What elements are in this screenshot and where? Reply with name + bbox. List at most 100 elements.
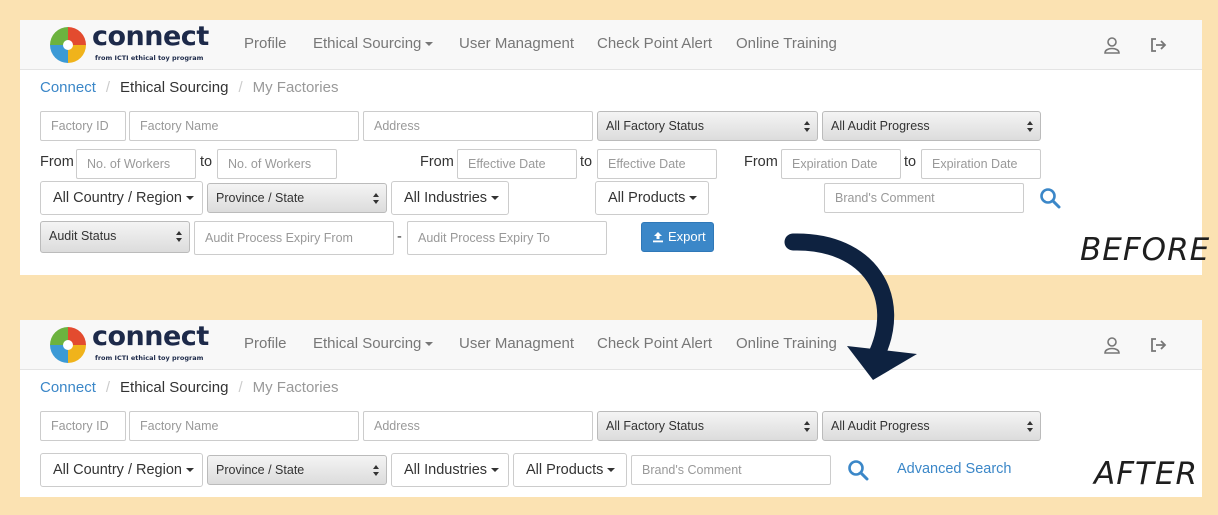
export-label: Export (668, 229, 706, 244)
factory-id-input[interactable]: Factory ID (40, 111, 126, 141)
products-value: All Products (526, 462, 604, 478)
select-arrows-icon (804, 421, 811, 433)
nav-check-point-alert-label: Check Point Alert (597, 335, 713, 352)
search-icon[interactable] (847, 459, 869, 481)
logo-wordmark: connect (92, 321, 209, 352)
nav-ethical-sourcing-label: Ethical Sourcing (313, 335, 422, 352)
factory-id-input[interactable]: Factory ID (40, 411, 126, 441)
nav-ethical-sourcing[interactable]: Ethical Sourcing (313, 35, 434, 52)
country-region-value: All Country / Region (53, 190, 182, 206)
factory-name-input[interactable]: Factory Name (129, 411, 359, 441)
nav-check-point-alert[interactable]: Check Point Alert (597, 335, 712, 352)
select-arrows-icon (373, 193, 380, 205)
country-region-dropdown[interactable]: All Country / Region (40, 453, 203, 487)
nav-user-management-label: User Managment (459, 35, 575, 52)
industries-value: All Industries (404, 190, 488, 206)
province-state-select[interactable]: Province / State (207, 183, 387, 213)
industries-value: All Industries (404, 462, 488, 478)
expiration-date-to-input[interactable]: Expiration Date (921, 149, 1041, 179)
caret-down-icon (689, 196, 698, 201)
nav-profile[interactable]: Profile (244, 35, 287, 52)
factory-name-input[interactable]: Factory Name (129, 111, 359, 141)
search-icon[interactable] (1039, 187, 1061, 209)
advanced-search-link[interactable]: Advanced Search (897, 461, 1011, 477)
export-button[interactable]: Export (641, 222, 714, 252)
connect-logo[interactable]: connect from ICTI ethical toy program (48, 21, 220, 66)
products-dropdown[interactable]: All Products (513, 453, 627, 487)
province-state-value: Province / State (216, 463, 305, 477)
nav-ethical-sourcing-label: Ethical Sourcing (313, 35, 422, 52)
caret-down-icon (607, 468, 616, 473)
address-input[interactable]: Address (363, 111, 593, 141)
workers-to-input[interactable]: No. of Workers (217, 149, 337, 179)
breadcrumb-connect-link[interactable]: Connect (40, 79, 96, 96)
nav-profile[interactable]: Profile (244, 335, 287, 352)
audit-expiry-from-input[interactable]: Audit Process Expiry From (194, 221, 394, 255)
breadcrumb-ethical-sourcing[interactable]: Ethical Sourcing (120, 379, 228, 396)
select-arrows-icon (804, 121, 811, 133)
caret-down-icon (491, 468, 500, 473)
nav-profile-label: Profile (244, 335, 287, 352)
nav-check-point-alert[interactable]: Check Point Alert (597, 35, 712, 52)
select-arrows-icon (176, 231, 183, 243)
logo-tagline: from ICTI ethical toy program (95, 354, 204, 362)
select-arrows-icon (1027, 121, 1034, 133)
connect-logo[interactable]: connect from ICTI ethical toy program (48, 321, 220, 366)
breadcrumb: Connect / Ethical Sourcing / My Factories (40, 79, 339, 96)
breadcrumb: Connect / Ethical Sourcing / My Factories (40, 379, 339, 396)
audit-progress-value: All Audit Progress (831, 419, 930, 433)
audit-status-value: Audit Status (49, 229, 117, 243)
products-dropdown[interactable]: All Products (595, 181, 709, 215)
after-label: AFTER (1094, 456, 1199, 492)
brands-comment-input[interactable]: Brand's Comment (824, 183, 1024, 213)
effective-from-label: From (420, 154, 454, 170)
industries-dropdown[interactable]: All Industries (391, 453, 509, 487)
logout-icon[interactable] (1148, 335, 1168, 355)
expiration-date-from-input[interactable]: Expiration Date (781, 149, 901, 179)
country-region-dropdown[interactable]: All Country / Region (40, 181, 203, 215)
audit-status-select[interactable]: Audit Status (40, 221, 190, 253)
industries-dropdown[interactable]: All Industries (391, 181, 509, 215)
audit-progress-select[interactable]: All Audit Progress (822, 411, 1041, 441)
factory-status-select[interactable]: All Factory Status (597, 111, 818, 141)
audit-progress-select[interactable]: All Audit Progress (822, 111, 1041, 141)
nav-ethical-sourcing[interactable]: Ethical Sourcing (313, 335, 434, 352)
workers-from-input[interactable]: No. of Workers (76, 149, 196, 179)
nav-profile-label: Profile (244, 35, 287, 52)
effective-date-to-input[interactable]: Effective Date (597, 149, 717, 179)
products-value: All Products (608, 190, 686, 206)
nav-check-point-alert-label: Check Point Alert (597, 35, 713, 52)
nav-user-management[interactable]: User Managment (459, 35, 574, 52)
address-input[interactable]: Address (363, 411, 593, 441)
effective-date-from-input[interactable]: Effective Date (457, 149, 577, 179)
before-label: BEFORE (1080, 232, 1211, 268)
after-screenshot-panel: connect from ICTI ethical toy program Pr… (20, 320, 1202, 497)
caret-down-icon (185, 468, 194, 473)
nav-online-training[interactable]: Online Training (736, 35, 837, 52)
workers-from-label: From (40, 154, 74, 170)
expiration-from-label: From (744, 154, 778, 170)
puzzle-logo-icon (50, 327, 86, 363)
audit-expiry-to-input[interactable]: Audit Process Expiry To (407, 221, 607, 255)
select-arrows-icon (373, 465, 380, 477)
breadcrumb-connect-link[interactable]: Connect (40, 379, 96, 396)
navbar: connect from ICTI ethical toy program Pr… (20, 320, 1202, 370)
caret-down-icon (425, 342, 434, 347)
breadcrumb-current: My Factories (252, 379, 339, 396)
expiration-to-label: to (904, 154, 917, 170)
province-state-select[interactable]: Province / State (207, 455, 387, 485)
factory-status-value: All Factory Status (606, 419, 704, 433)
user-icon[interactable] (1102, 35, 1122, 55)
user-icon[interactable] (1102, 335, 1122, 355)
logout-icon[interactable] (1148, 35, 1168, 55)
caret-down-icon (425, 42, 434, 47)
select-arrows-icon (1027, 421, 1034, 433)
audit-progress-value: All Audit Progress (831, 119, 930, 133)
range-dash: - (397, 229, 402, 245)
brands-comment-input[interactable]: Brand's Comment (631, 455, 831, 485)
nav-user-management[interactable]: User Managment (459, 335, 574, 352)
before-screenshot-panel: connect from ICTI ethical toy program Pr… (20, 20, 1209, 275)
breadcrumb-ethical-sourcing[interactable]: Ethical Sourcing (120, 79, 228, 96)
factory-status-select[interactable]: All Factory Status (597, 411, 818, 441)
workers-to-label: to (200, 154, 213, 170)
